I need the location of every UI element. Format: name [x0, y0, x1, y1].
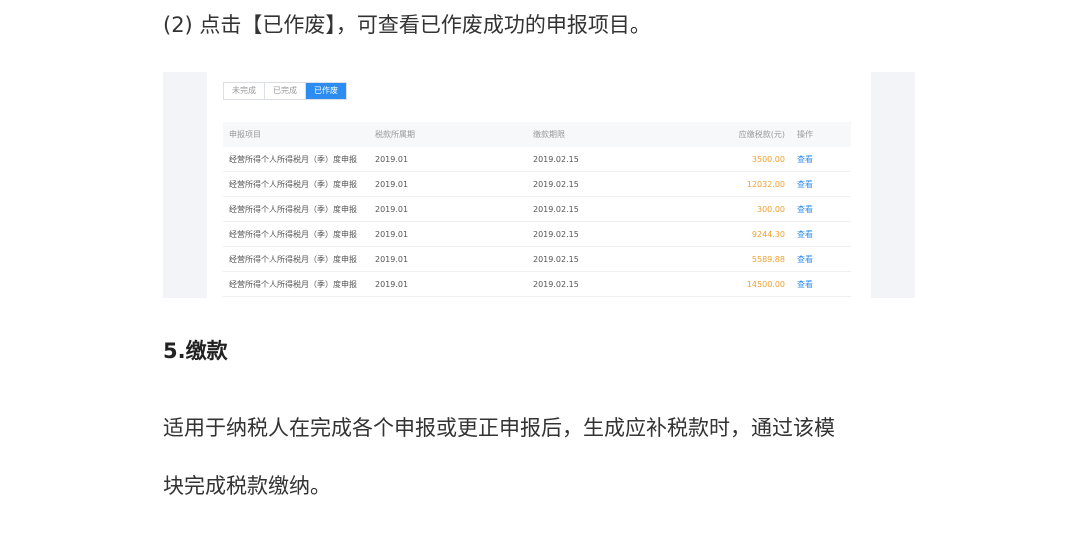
view-link[interactable]: 查看 [785, 154, 851, 165]
tab-completed[interactable]: 已完成 [265, 83, 306, 99]
description-line-2: 块完成税款缴纳。 [163, 474, 331, 498]
row-deadline: 2019.02.15 [533, 204, 579, 214]
view-link[interactable]: 查看 [785, 179, 851, 190]
tab-incomplete[interactable]: 未完成 [224, 83, 265, 99]
view-link[interactable]: 查看 [785, 254, 851, 265]
row-deadline: 2019.02.15 [533, 154, 579, 164]
row-period: 2019.01 [375, 254, 409, 264]
row-amount: 5589.88 [751, 254, 785, 264]
row-deadline: 2019.02.15 [533, 179, 579, 189]
row-period: 2019.01 [375, 279, 409, 289]
row-amount: 3500.00 [751, 154, 785, 164]
table-row: 经营所得个人所得税月（季）度申报 2019.01 2019.02.15 300.… [223, 197, 851, 222]
header-amount: 应缴税款(元) [738, 130, 785, 139]
tab-voided[interactable]: 已作废 [306, 83, 346, 99]
header-action: 操作 [797, 130, 813, 139]
row-item: 经营所得个人所得税月（季）度申报 [229, 229, 357, 239]
table-row: 经营所得个人所得税月（季）度申报 2019.01 2019.02.15 1203… [223, 172, 851, 197]
declaration-panel: 未完成 已完成 已作废 申报项目 税款所属期 缴款期限 应缴税款(元) 操作 经… [207, 72, 871, 298]
row-item: 经营所得个人所得税月（季）度申报 [229, 279, 357, 289]
row-amount: 14500.00 [746, 279, 785, 289]
row-item: 经营所得个人所得税月（季）度申报 [229, 204, 357, 214]
header-item: 申报项目 [229, 130, 261, 139]
header-period: 税款所属期 [375, 130, 415, 139]
view-link[interactable]: 查看 [785, 279, 851, 290]
view-link[interactable]: 查看 [785, 229, 851, 240]
row-period: 2019.01 [375, 179, 409, 189]
row-item: 经营所得个人所得税月（季）度申报 [229, 154, 357, 164]
table-row: 经营所得个人所得税月（季）度申报 2019.01 2019.02.15 3500… [223, 147, 851, 172]
table-row: 经营所得个人所得税月（季）度申报 2019.01 2019.02.15 1450… [223, 272, 851, 297]
screenshot-figure: 未完成 已完成 已作废 申报项目 税款所属期 缴款期限 应缴税款(元) 操作 经… [163, 72, 915, 298]
row-item: 经营所得个人所得税月（季）度申报 [229, 254, 357, 264]
row-item: 经营所得个人所得税月（季）度申报 [229, 179, 357, 189]
row-amount: 300.00 [757, 204, 785, 214]
status-tabs: 未完成 已完成 已作废 [223, 82, 347, 100]
section-heading: 5.缴款 [163, 339, 228, 363]
table-row: 经营所得个人所得税月（季）度申报 2019.01 2019.02.15 9244… [223, 222, 851, 247]
step-instruction: (2) 点击【已作废】，可查看已作废成功的申报项目。 [163, 13, 651, 37]
row-period: 2019.01 [375, 204, 409, 214]
header-deadline: 缴款期限 [533, 130, 565, 139]
row-amount: 12032.00 [746, 179, 785, 189]
view-link[interactable]: 查看 [785, 204, 851, 215]
declaration-table: 申报项目 税款所属期 缴款期限 应缴税款(元) 操作 经营所得个人所得税月（季）… [223, 122, 851, 297]
table-header: 申报项目 税款所属期 缴款期限 应缴税款(元) 操作 [223, 122, 851, 147]
row-deadline: 2019.02.15 [533, 279, 579, 289]
row-amount: 9244.30 [751, 229, 785, 239]
row-deadline: 2019.02.15 [533, 229, 579, 239]
row-period: 2019.01 [375, 229, 409, 239]
row-deadline: 2019.02.15 [533, 254, 579, 264]
row-period: 2019.01 [375, 154, 409, 164]
description-line-1: 适用于纳税人在完成各个申报或更正申报后，生成应补税款时，通过该模 [163, 416, 835, 440]
table-row: 经营所得个人所得税月（季）度申报 2019.01 2019.02.15 5589… [223, 247, 851, 272]
